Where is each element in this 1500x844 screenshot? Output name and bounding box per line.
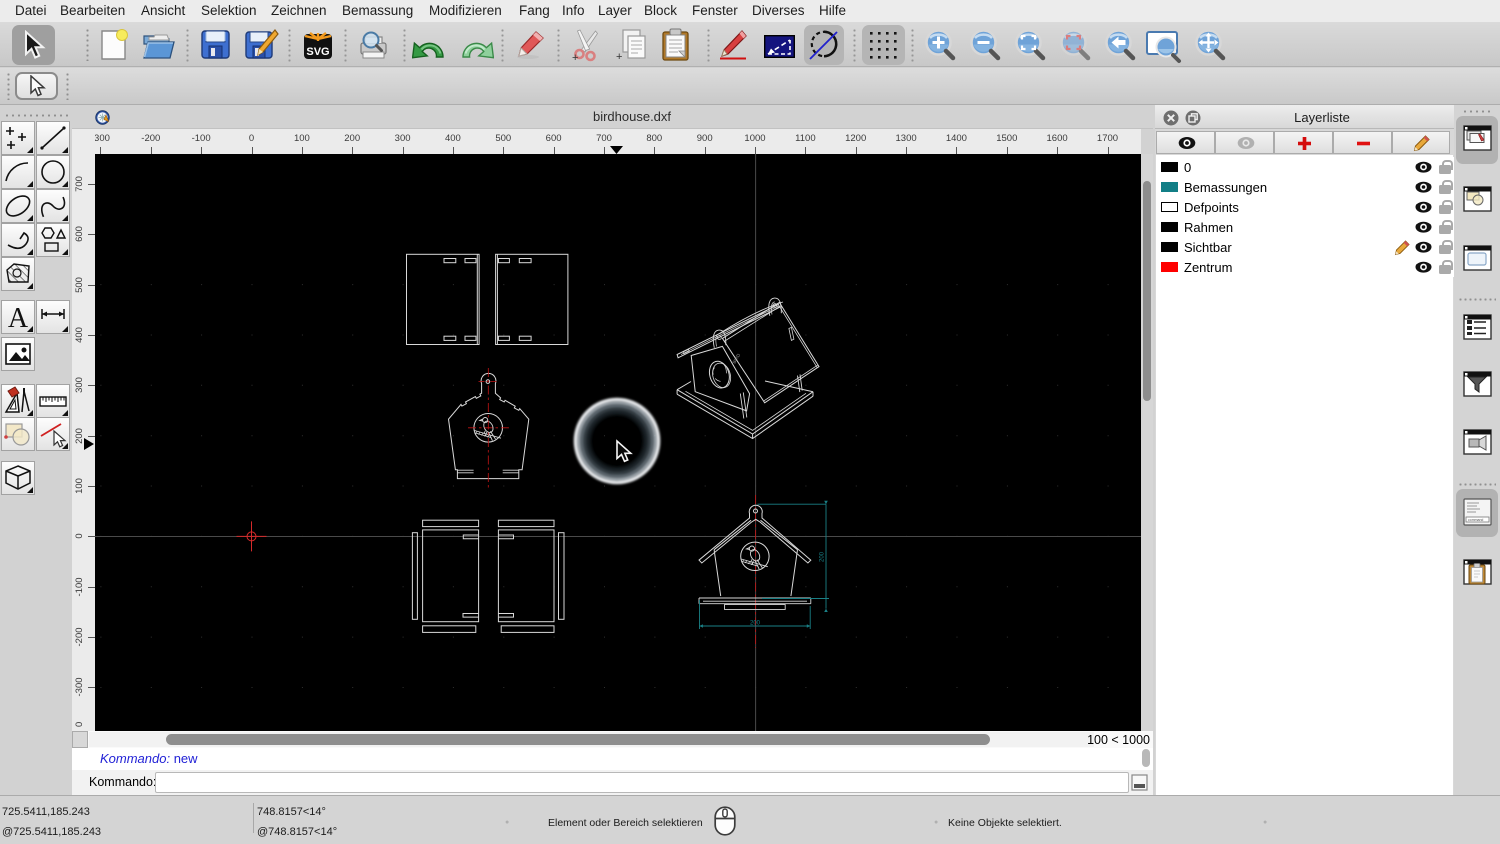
svg-text:command: command xyxy=(1468,518,1483,522)
svg-text:+: + xyxy=(572,52,578,62)
svg-text:+: + xyxy=(616,51,622,62)
svg-text:200: 200 xyxy=(750,621,761,627)
svg-text:SVG: SVG xyxy=(306,46,329,58)
svg-text:A: A xyxy=(8,303,29,333)
svg-text:200: 200 xyxy=(820,551,826,562)
